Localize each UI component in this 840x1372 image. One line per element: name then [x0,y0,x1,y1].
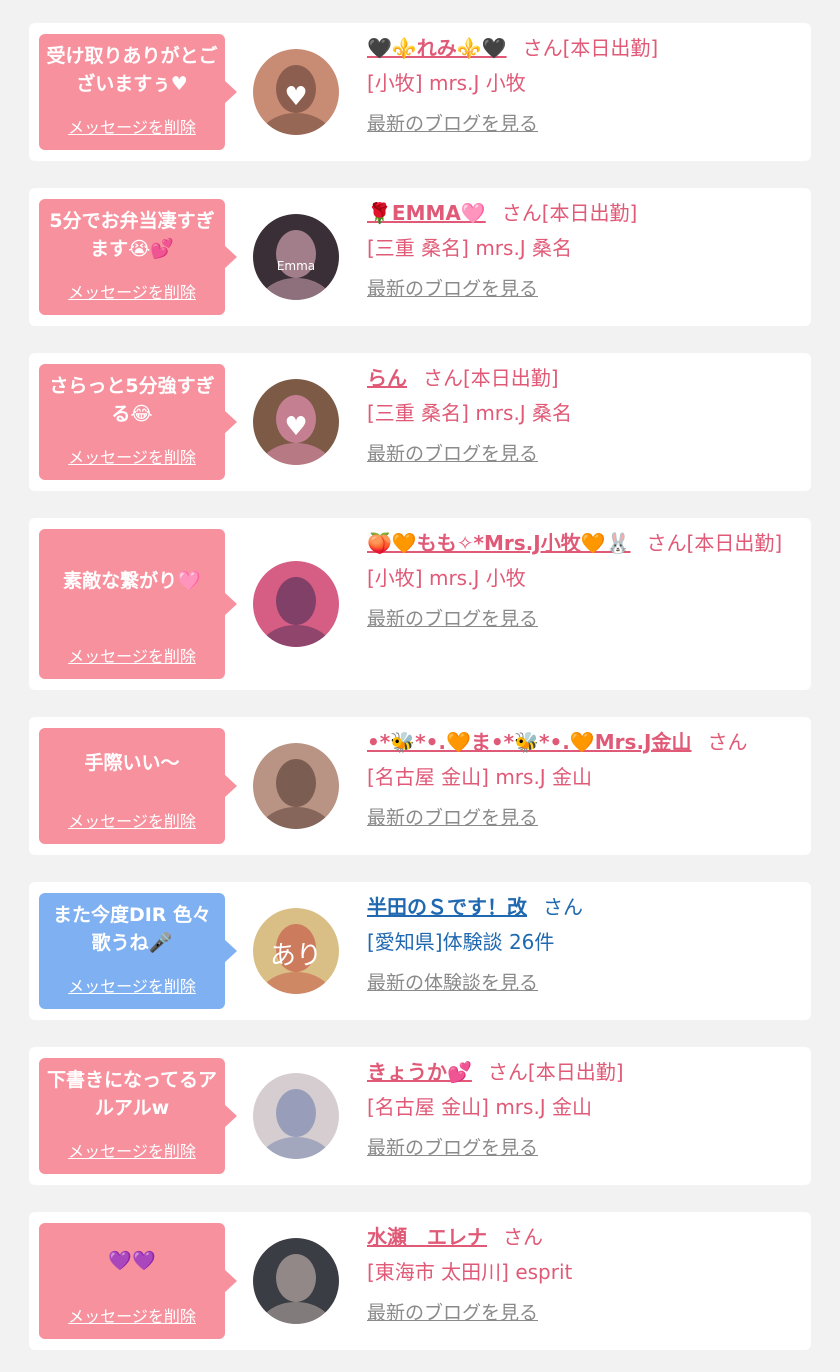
shop-label: [三重 桑名] mrs.J 桑名 [367,236,573,260]
message-bubble: また今度DIR 色々歌うね🎤 メッセージを削除 [39,893,237,1009]
message-card: 下書きになってるアルアルw メッセージを削除 きょうか💕 さん[本日出勤] [名古屋 金… [29,1047,811,1185]
name-suffix: さん[本日出勤] [646,531,783,555]
message-card: 手際いい〜メッセージを削除 •*🐝*•.🧡ま•*🐝*•.🧡Mrs.J金山 さん [名古… [29,717,811,855]
delete-message-link[interactable]: メッセージを削除 [39,114,225,138]
view-latest-link[interactable]: 最新のブログを見る [367,1298,538,1325]
delete-message-link[interactable]: メッセージを削除 [39,279,225,303]
delete-message-link[interactable]: メッセージを削除 [39,643,225,667]
profile-info: 🖤⚜️れみ⚜️🖤 さん[本日出勤] [小牧] mrs.J 小牧 最新のブログを見る [367,32,793,136]
profile-info: 🍑🧡もも✧*Mrs.J小牧🧡🐰 さん[本日出勤] [小牧] mrs.J 小牧 最新のブ… [367,527,793,631]
message-card: 受け取りありがとございますぅ♥ メッセージを削除 ♥ 🖤⚜️れみ⚜️🖤 さん[本日出勤]… [29,23,811,161]
view-latest-link[interactable]: 最新のブログを見る [367,604,538,631]
name-suffix: さん [503,1225,543,1249]
profile-info: きょうか💕 さん[本日出勤] [名古屋 金山] mrs.J 金山 最新のブログを見る [367,1056,793,1160]
avatar[interactable]: Emma [253,214,339,300]
name-suffix: さん[本日出勤] [501,201,638,225]
message-bubble: 受け取りありがとございますぅ♥ メッセージを削除 [39,34,237,150]
title-line: らん さん[本日出勤] [367,362,793,394]
profile-name-link[interactable]: •*🐝*•.🧡ま•*🐝*•.🧡Mrs.J金山 [367,730,691,754]
message-bubble: 素敵な繋がり🩷 メッセージを削除 [39,529,237,679]
name-suffix: さん[本日出勤] [487,1060,624,1084]
avatar[interactable] [253,1073,339,1159]
message-text: 素敵な繋がり🩷 [63,570,201,592]
avatar[interactable]: ♥ [253,49,339,135]
shop-label: [名古屋 金山] mrs.J 金山 [367,1095,593,1119]
profile-name-link[interactable]: 🖤⚜️れみ⚜️🖤 [367,36,507,60]
svg-text:Emma: Emma [277,259,315,273]
avatar[interactable] [253,1238,339,1324]
profile-info: 水瀬 エレナ さん [東海市 太田川] esprit 最新のブログを見る [367,1221,793,1325]
profile-name-link[interactable]: 🌹EMMA🩷 [367,201,486,225]
name-suffix: さん[本日出勤] [423,366,559,390]
delete-message-link[interactable]: メッセージを削除 [39,1138,225,1162]
view-latest-link[interactable]: 最新のブログを見る [367,274,538,301]
shop-label: [小牧] mrs.J 小牧 [367,71,526,95]
message-text: 💜💜 [108,1250,156,1272]
shop-label: [愛知県]体験談 26件 [367,930,555,954]
shop-label: [名古屋 金山] mrs.J 金山 [367,765,593,789]
profile-name-link[interactable]: らん [367,366,407,390]
title-line: きょうか💕 さん[本日出勤] [367,1056,793,1088]
view-latest-link[interactable]: 最新のブログを見る [367,1133,538,1160]
title-line: 🌹EMMA🩷 さん[本日出勤] [367,197,793,229]
message-bubble: 下書きになってるアルアルw メッセージを削除 [39,1058,237,1174]
profile-info: 半田のＳです！改 さん [愛知県]体験談 26件 最新の体験談を見る [367,891,793,995]
title-line: 水瀬 エレナ さん [367,1221,793,1253]
view-latest-link[interactable]: 最新の体験談を見る [367,968,538,995]
profile-info: •*🐝*•.🧡ま•*🐝*•.🧡Mrs.J金山 さん [名古屋 金山] mrs.J 金… [367,726,793,830]
shop-label: [東海市 太田川] esprit [367,1260,573,1284]
message-card: 5分でお弁当凄すぎます😭💕 メッセージを削除 Emma 🌹EMMA🩷 さん[本日出勤] [… [29,188,811,326]
message-text: 下書きになってるアルアルw [46,1069,218,1119]
name-suffix: さん [543,895,583,919]
shop-label: [小牧] mrs.J 小牧 [367,566,526,590]
title-line: 🖤⚜️れみ⚜️🖤 さん[本日出勤] [367,32,793,64]
profile-name-link[interactable]: 半田のＳです！改 [367,895,527,919]
avatar[interactable]: あり [253,908,339,994]
title-line: •*🐝*•.🧡ま•*🐝*•.🧡Mrs.J金山 さん [367,726,793,758]
message-text: 5分でお弁当凄すぎます😭💕 [49,210,215,260]
svg-text:♥: ♥ [284,412,307,442]
message-text: さらっと5分強すぎる😂 [49,375,215,425]
view-latest-link[interactable]: 最新のブログを見る [367,109,538,136]
delete-message-link[interactable]: メッセージを削除 [39,444,225,468]
profile-name-link[interactable]: 水瀬 エレナ [367,1225,487,1249]
avatar[interactable] [253,561,339,647]
delete-message-link[interactable]: メッセージを削除 [39,808,225,832]
svg-text:あり: あり [270,941,322,971]
title-line: 半田のＳです！改 さん [367,891,793,923]
delete-message-link[interactable]: メッセージを削除 [39,973,225,997]
message-text: 受け取りありがとございますぅ♥ [46,45,218,95]
profile-info: らん さん[本日出勤] [三重 桑名] mrs.J 桑名 最新のブログを見る [367,362,793,466]
shop-label: [三重 桑名] mrs.J 桑名 [367,401,573,425]
view-latest-link[interactable]: 最新のブログを見る [367,439,538,466]
profile-name-link[interactable]: 🍑🧡もも✧*Mrs.J小牧🧡🐰 [367,531,631,555]
message-bubble: さらっと5分強すぎる😂 メッセージを削除 [39,364,237,480]
avatar[interactable]: ♥ [253,379,339,465]
message-card: また今度DIR 色々歌うね🎤 メッセージを削除 あり 半田のＳです！改 さん [愛知県]体… [29,882,811,1020]
name-suffix: さん [707,730,748,754]
message-text: 手際いい〜 [84,752,180,774]
message-card: 💜💜 メッセージを削除 水瀬 エレナ さん [東海市 太田川] esprit 最新のブログ… [29,1212,811,1350]
message-bubble: 💜💜 メッセージを削除 [39,1223,237,1339]
profile-info: 🌹EMMA🩷 さん[本日出勤] [三重 桑名] mrs.J 桑名 最新のブログを見る [367,197,793,301]
message-list: 受け取りありがとございますぅ♥ メッセージを削除 ♥ 🖤⚜️れみ⚜️🖤 さん[本日出勤]… [0,0,840,1372]
title-line: 🍑🧡もも✧*Mrs.J小牧🧡🐰 さん[本日出勤] [367,527,793,559]
message-card: さらっと5分強すぎる😂 メッセージを削除 ♥ らん さん[本日出勤] [三重 桑名] mr… [29,353,811,491]
message-card: 素敵な繋がり🩷 メッセージを削除 🍑🧡もも✧*Mrs.J小牧🧡🐰 さん[本日出勤] [小… [29,518,811,690]
message-bubble: 5分でお弁当凄すぎます😭💕 メッセージを削除 [39,199,237,315]
message-bubble: 手際いい〜メッセージを削除 [39,728,237,844]
view-latest-link[interactable]: 最新のブログを見る [367,803,538,830]
name-suffix: さん[本日出勤] [522,36,659,60]
svg-text:♥: ♥ [284,82,307,112]
avatar[interactable] [253,743,339,829]
message-text: また今度DIR 色々歌うね🎤 [52,904,212,954]
profile-name-link[interactable]: きょうか💕 [367,1060,472,1084]
delete-message-link[interactable]: メッセージを削除 [39,1303,225,1327]
